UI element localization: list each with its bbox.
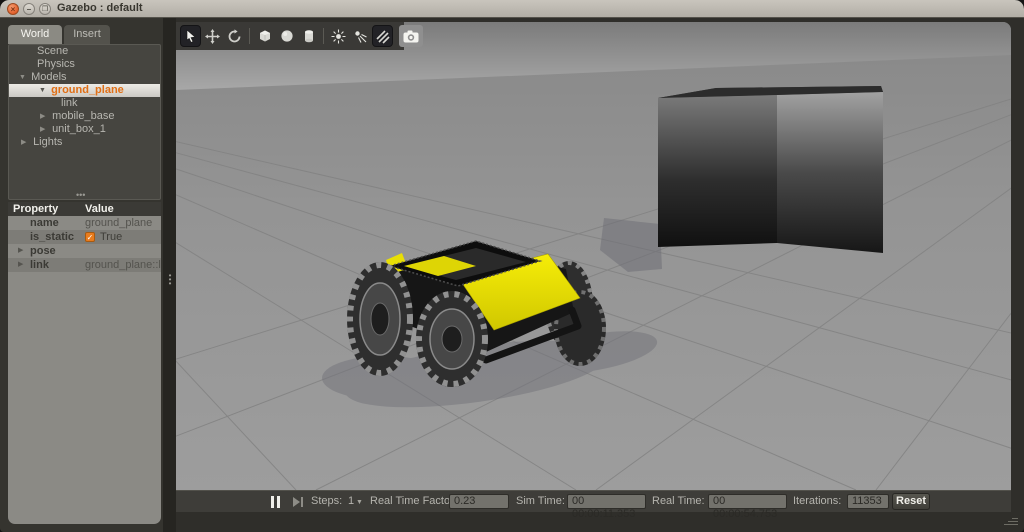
cylinder-icon <box>301 28 317 44</box>
iterations-label: Iterations: <box>793 495 841 507</box>
insert-sphere-button[interactable] <box>276 25 297 47</box>
toolbar-separator <box>323 28 324 44</box>
insert-box-button[interactable] <box>254 25 275 47</box>
maximize-button[interactable]: ❒ <box>39 3 51 15</box>
titlebar[interactable]: × – ❒ Gazebo : default <box>0 0 1024 18</box>
statusbar: Steps: 1 ▼ Real Time Factor: 0.23 Sim Ti… <box>176 490 1011 512</box>
step-icon <box>293 497 300 507</box>
step-button[interactable] <box>293 497 307 507</box>
rotate-icon <box>227 29 242 44</box>
property-row-name[interactable]: name ground_plane <box>8 216 161 230</box>
tree-item-ground-plane[interactable]: ▼ ground_plane <box>9 84 160 97</box>
tree-item-physics[interactable]: Physics <box>9 58 160 71</box>
gazebo-window: × – ❒ Gazebo : default World Insert Scen… <box>0 0 1024 532</box>
tree-item-models[interactable]: ▼ Models <box>9 71 160 84</box>
expand-arrow-icon[interactable]: ▶ <box>18 258 23 272</box>
translate-icon <box>205 29 220 44</box>
expand-arrow-icon[interactable]: ▶ <box>18 244 23 258</box>
spot-light-icon <box>353 29 368 44</box>
iterations-value: 11353 <box>847 494 889 509</box>
close-button[interactable]: × <box>7 3 19 15</box>
rtf-value: 0.23 <box>449 494 509 509</box>
steps-dropdown-icon[interactable]: ▼ <box>356 499 363 506</box>
horizontal-splitter-handle[interactable]: ••• <box>76 194 86 197</box>
steps-value[interactable]: 1 <box>348 495 354 507</box>
expand-arrow-icon[interactable]: ▼ <box>19 71 28 84</box>
insert-cylinder-button[interactable] <box>298 25 319 47</box>
translate-tool-button[interactable] <box>202 25 223 47</box>
tab-world[interactable]: World <box>8 25 62 44</box>
directional-light-icon <box>375 29 390 44</box>
expand-arrow-icon[interactable]: ▶ <box>40 110 49 123</box>
tree-item-mobile-base[interactable]: ▶ mobile_base <box>9 110 160 123</box>
left-panel: World Insert Scene Physics ▼ Models ▼ gr… <box>0 18 163 532</box>
minimize-button[interactable]: – <box>23 3 35 15</box>
unit-box-model <box>658 86 883 253</box>
directional-light-button[interactable] <box>372 25 393 47</box>
sim-time-value: 00 00:00:11.353 <box>567 494 646 509</box>
expand-arrow-icon[interactable]: ▶ <box>21 136 30 149</box>
render-viewport[interactable] <box>176 22 1011 490</box>
checkbox-checked-icon[interactable]: ✓ <box>85 232 95 242</box>
reset-button[interactable]: Reset <box>892 493 930 510</box>
real-time-value: 00 00:00:54.753 <box>708 494 787 509</box>
property-row-link[interactable]: ▶ link ground_plane::link <box>8 258 161 272</box>
point-light-button[interactable] <box>328 25 349 47</box>
property-panel: Property Value name ground_plane is_stat… <box>8 202 161 524</box>
tree-item-link[interactable]: link <box>9 97 160 110</box>
property-row-pose[interactable]: ▶ pose <box>8 244 161 258</box>
vertical-splitter-handle[interactable]: ••• <box>167 274 173 288</box>
select-arrow-icon <box>184 29 198 43</box>
sim-time-label: Sim Time: <box>516 495 565 507</box>
pause-button[interactable] <box>271 496 283 508</box>
real-time-label: Real Time: <box>652 495 705 507</box>
view-toolbar <box>176 22 404 50</box>
expand-arrow-icon[interactable]: ▼ <box>39 84 48 97</box>
box-icon <box>257 28 273 44</box>
rotate-tool-button[interactable] <box>224 25 245 47</box>
tree-item-scene[interactable]: Scene <box>9 45 160 58</box>
select-tool-button[interactable] <box>180 25 201 47</box>
sphere-icon <box>279 28 295 44</box>
tree-item-unit-box-1[interactable]: ▶ unit_box_1 <box>9 123 160 136</box>
toolbar-separator <box>249 28 250 44</box>
camera-icon <box>403 30 419 43</box>
tab-insert[interactable]: Insert <box>64 25 110 44</box>
window-title: Gazebo : default <box>57 2 143 14</box>
resize-grip[interactable] <box>1004 516 1018 528</box>
property-header: Property Value <box>8 202 161 216</box>
scene-render <box>176 22 1011 490</box>
vertical-splitter[interactable]: ••• <box>163 18 176 532</box>
world-tree: Scene Physics ▼ Models ▼ ground_plane li… <box>8 44 161 200</box>
spot-light-button[interactable] <box>350 25 371 47</box>
property-row-is-static[interactable]: is_static ✓ True <box>8 230 161 244</box>
tree-item-lights[interactable]: ▶ Lights <box>9 136 160 149</box>
expand-arrow-icon[interactable]: ▶ <box>40 123 49 136</box>
screenshot-button[interactable] <box>399 25 423 47</box>
point-light-icon <box>331 29 346 44</box>
steps-label: Steps: <box>311 495 342 507</box>
rtf-label: Real Time Factor: <box>370 495 457 507</box>
